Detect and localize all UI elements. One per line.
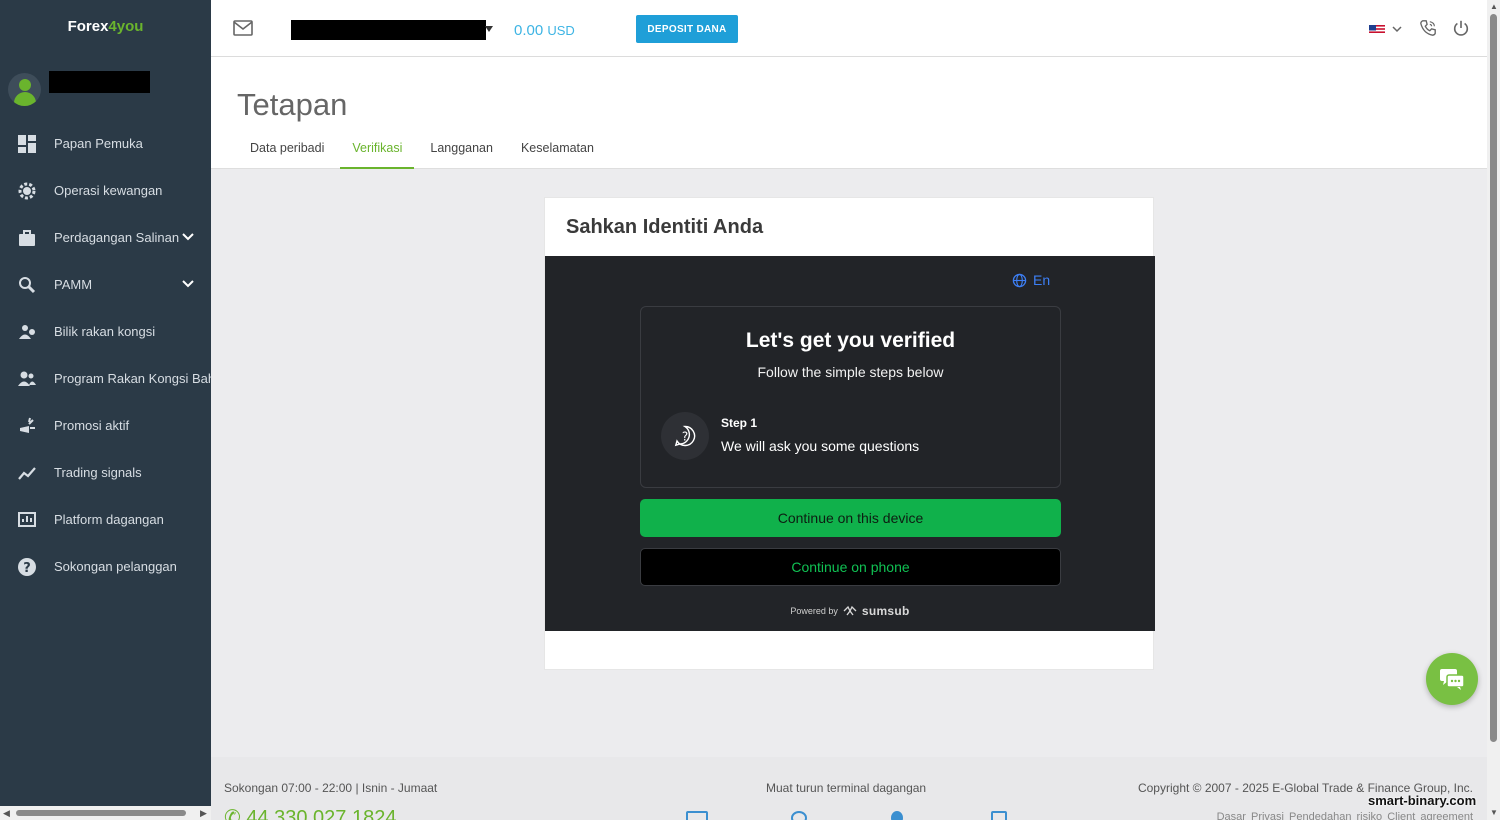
trend-line-icon (18, 467, 36, 480)
briefcase-icon (19, 230, 35, 246)
promo-icon (20, 417, 35, 433)
sidebar-item-label: Sokongan pelanggan (54, 559, 177, 574)
mail-icon[interactable] (233, 20, 253, 36)
redacted-account-selector[interactable] (291, 20, 486, 40)
sidebar-item-label: Bilik rakan kongsi (54, 324, 156, 339)
phone-icon[interactable] (1419, 19, 1437, 37)
sidebar-item-partner-program[interactable]: Program Rakan Kongsi Baha (0, 355, 211, 402)
download-terminal-label: Muat turun terminal dagangan (766, 781, 927, 795)
scrollbar-thumb[interactable] (16, 810, 186, 816)
download-platform-icons (686, 809, 1016, 820)
sidebar-item-finance[interactable]: Operasi kewangan (0, 167, 211, 214)
scrollbar-thumb[interactable] (1490, 14, 1497, 742)
web-download-icon[interactable] (991, 811, 1007, 820)
brand-logo[interactable]: Forex4you (0, 18, 211, 35)
tab-personal-data[interactable]: Data peribadi (238, 135, 336, 169)
sidebar-item-trading-signals[interactable]: Trading signals (0, 449, 211, 496)
android-download-icon[interactable] (891, 811, 903, 820)
us-flag-icon[interactable] (1369, 23, 1385, 34)
help-icon: ? (18, 558, 36, 576)
language-switch[interactable]: En (1012, 272, 1050, 288)
sidebar-item-dashboard[interactable]: Papan Pemuka (0, 120, 211, 167)
continue-on-device-button[interactable]: Continue on this device (640, 499, 1061, 537)
support-hours: Sokongan 07:00 - 22:00 | Isnin - Jumaat (224, 781, 438, 795)
powered-by-sumsub[interactable]: Powered by sumsub (545, 604, 1155, 618)
page-footer: Sokongan 07:00 - 22:00 | Isnin - Jumaat … (211, 757, 1487, 820)
sidebar-item-label: Operasi kewangan (54, 183, 163, 198)
sidebar-item-label: Platform dagangan (54, 512, 164, 527)
redacted-username (49, 71, 150, 93)
sidebar-item-partner-room[interactable]: Bilik rakan kongsi (0, 308, 211, 355)
sidebar-item-label: Program Rakan Kongsi Baha (54, 371, 211, 386)
step-description: We will ask you some questions (721, 438, 920, 454)
sidebar-horizontal-scrollbar[interactable]: ◀ ▶ (0, 806, 211, 820)
deposit-button[interactable]: DEPOSIT DANA (636, 15, 738, 43)
verification-steps-box: Let's get you verified Follow the simple… (640, 306, 1061, 488)
tab-security[interactable]: Keselamatan (509, 135, 606, 169)
question-bubble-icon: ? (661, 412, 709, 460)
sidebar-item-support[interactable]: ? Sokongan pelanggan (0, 543, 211, 590)
sidebar-item-label: Papan Pemuka (54, 136, 143, 151)
sidebar-item-pamm[interactable]: PAMM (0, 261, 211, 308)
scroll-up-arrow-icon[interactable]: ▲ (1490, 2, 1498, 11)
top-header: 0.00 USD DEPOSIT DANA (211, 0, 1487, 57)
sidebar-item-trading-platform[interactable]: Platform dagangan (0, 496, 211, 543)
language-label: En (1033, 272, 1051, 288)
chat-icon (1440, 669, 1465, 690)
sidebar: Forex4you Papan Pemuka Operasi kewangan … (0, 0, 211, 820)
step-label: Step 1 (721, 416, 758, 430)
verify-identity-card: Sahkan Identiti Anda En Let's get you ve… (544, 197, 1155, 670)
sidebar-item-label: Perdagangan Salinan (54, 230, 180, 245)
sidebar-item-promotions[interactable]: Promosi aktif (0, 402, 211, 449)
watermark: smart-binary.com (1368, 793, 1477, 808)
users-icon (18, 371, 36, 386)
tab-verification[interactable]: Verifikasi (340, 135, 415, 169)
page-title: Tetapan (237, 87, 348, 122)
tab-subscription[interactable]: Langganan (418, 135, 505, 169)
svg-text:?: ? (682, 430, 688, 444)
page-vertical-scrollbar[interactable]: ▲ ▼ (1487, 0, 1500, 820)
continue-on-phone-button[interactable]: Continue on phone (640, 548, 1061, 586)
widget-subheading: Follow the simple steps below (757, 364, 944, 380)
avatar[interactable] (8, 73, 41, 106)
power-icon[interactable] (1452, 19, 1470, 37)
account-balance: 0.00 USD (514, 22, 575, 39)
chevron-down-icon[interactable] (181, 277, 195, 291)
card-title: Sahkan Identiti Anda (566, 216, 764, 238)
pamm-icon (19, 277, 36, 294)
chevron-down-icon[interactable] (1392, 24, 1402, 34)
apple-download-icon[interactable] (791, 811, 807, 820)
sidebar-item-label: Trading signals (54, 465, 142, 480)
finance-gear-icon (18, 182, 36, 200)
settings-header: Tetapan Data peribadi Verifikasi Langgan… (211, 57, 1487, 169)
live-chat-button[interactable] (1426, 653, 1478, 705)
account-caret-icon[interactable] (485, 26, 493, 32)
sumsub-logo-icon (843, 605, 857, 616)
sumsub-widget: En Let's get you verified Follow the sim… (545, 256, 1155, 631)
footer-legal-links[interactable]: Dasar Privasi Pendedahan risiko Client a… (1217, 811, 1473, 820)
sidebar-item-copy-trading[interactable]: Perdagangan Salinan (0, 214, 211, 261)
chevron-down-icon[interactable] (181, 230, 195, 244)
powered-by-label: Powered by (790, 606, 838, 616)
sidebar-item-label: Promosi aktif (54, 418, 130, 433)
sumsub-brand: sumsub (861, 604, 910, 618)
support-phone[interactable]: ✆ 44 330 027 1824 (224, 805, 396, 820)
scroll-left-arrow-icon[interactable]: ◀ (3, 808, 10, 819)
desktop-download-icon[interactable] (686, 811, 708, 820)
scroll-down-arrow-icon[interactable]: ▼ (1490, 808, 1498, 817)
platform-icon (18, 512, 36, 527)
widget-heading: Let's get you verified (745, 329, 956, 352)
sidebar-nav: Papan Pemuka Operasi kewangan Perdaganga… (0, 120, 211, 590)
partner-room-icon (19, 325, 35, 339)
globe-icon (1012, 273, 1027, 287)
svg-text:?: ? (23, 561, 31, 576)
sidebar-item-label: PAMM (54, 277, 93, 292)
settings-tabs: Data peribadi Verifikasi Langganan Kesel… (238, 135, 610, 169)
scroll-right-arrow-icon[interactable]: ▶ (200, 808, 207, 819)
dashboard-icon (18, 135, 36, 153)
